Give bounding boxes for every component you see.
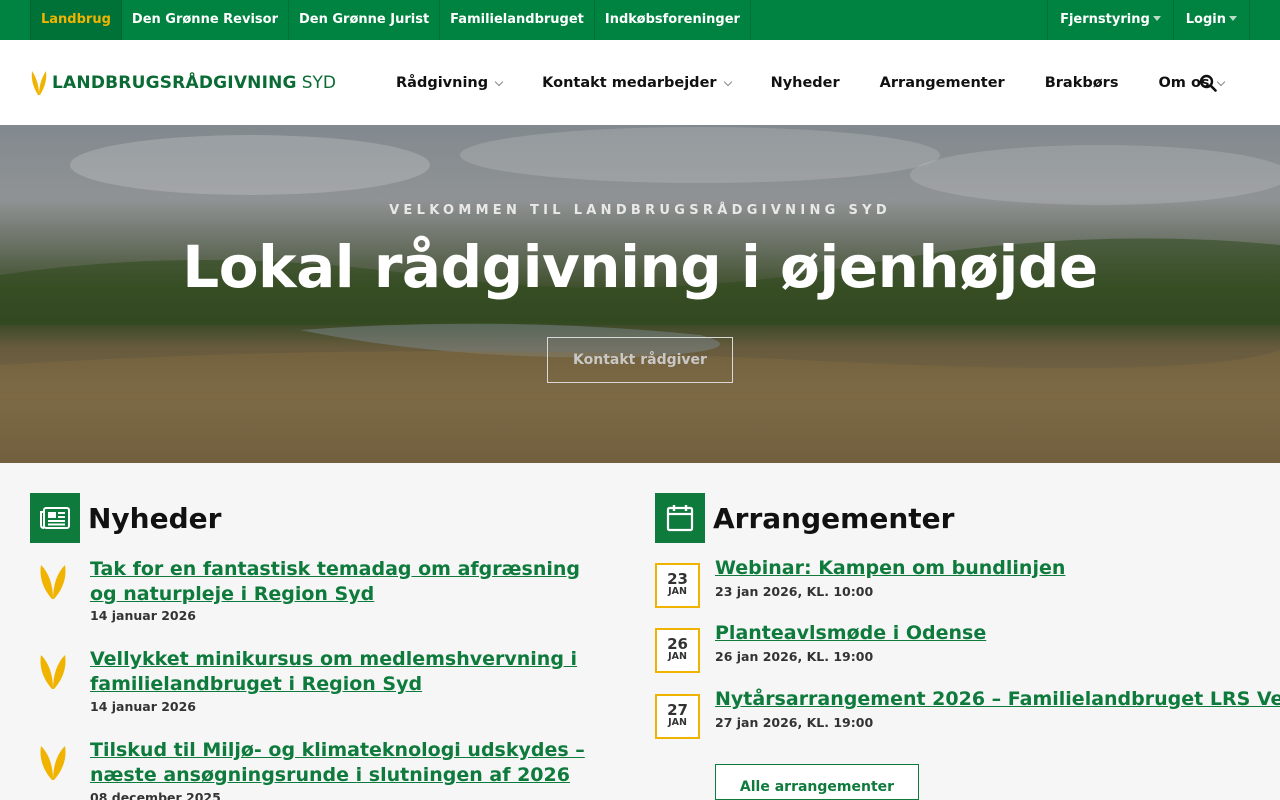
event-item: 26 JAN Planteavlsmøde i Odense 26 jan 20… bbox=[655, 622, 1255, 673]
nav-item-radgivning[interactable]: Rådgivning bbox=[396, 74, 504, 91]
event-datetime: 27 jan 2026, KL. 19:00 bbox=[715, 715, 874, 730]
events-section-title: Arrangementer bbox=[713, 501, 955, 535]
nav-label: Rådgivning bbox=[396, 74, 489, 91]
news-section-title: Nyheder bbox=[88, 501, 222, 535]
event-item: 23 JAN Webinar: Kampen om bundlinjen 23 … bbox=[655, 557, 1255, 608]
event-item: 27 JAN Nytårsarrangement 2026 – Familiel… bbox=[655, 688, 1280, 739]
chevron-down-icon bbox=[723, 77, 732, 86]
nav-label: Arrangementer bbox=[879, 74, 1005, 91]
event-month: JAN bbox=[668, 586, 687, 597]
nav-label: Kontakt medarbejder bbox=[542, 74, 717, 91]
news-link[interactable]: Tilskud til Miljø- og klimateknologi uds… bbox=[90, 738, 610, 788]
chevron-down-icon bbox=[494, 77, 504, 86]
topbar-actions: Fjernstyring Login bbox=[1047, 0, 1250, 40]
event-date-badge: 23 JAN bbox=[655, 563, 700, 608]
nav-item-brakbors[interactable]: Brakbørs bbox=[1045, 75, 1119, 91]
event-date-badge: 26 JAN bbox=[655, 628, 700, 673]
topbar-link-den-gronne-jurist[interactable]: Den Grønne Jurist bbox=[289, 0, 441, 40]
event-link[interactable]: Planteavlsmøde i Odense bbox=[715, 621, 986, 646]
news-link[interactable]: Tak for en fantastisk temadag om afgræsn… bbox=[90, 557, 610, 607]
contact-advisor-button[interactable]: Kontakt rådgiver bbox=[547, 337, 733, 383]
nav-item-arrangementer[interactable]: Arrangementer bbox=[880, 75, 1005, 91]
login-label: Login bbox=[1185, 12, 1226, 27]
news-item: Vellykket minikursus om medlemshvervning… bbox=[30, 647, 610, 727]
news-date: 08 december 2025 bbox=[90, 790, 221, 800]
wheat-icon bbox=[40, 565, 66, 599]
hero-banner: VELKOMMEN TIL LANDBRUGSRÅDGIVNING SYD Lo… bbox=[0, 125, 1280, 463]
news-link[interactable]: Vellykket minikursus om medlemshvervning… bbox=[90, 647, 610, 697]
chevron-down-icon bbox=[1216, 77, 1225, 86]
logo-text: LANDBRUGSRÅDGIVNING bbox=[52, 73, 297, 93]
site-header: LANDBRUGSRÅDGIVNING SYD Rådgivning Konta… bbox=[0, 40, 1280, 125]
event-datetime: 26 jan 2026, KL. 19:00 bbox=[715, 649, 874, 664]
all-events-button[interactable]: Alle arrangementer bbox=[715, 764, 919, 800]
nav-label: Brakbørs bbox=[1044, 74, 1119, 91]
event-month: JAN bbox=[668, 717, 687, 728]
top-bar: Landbrug Den Grønne Revisor Den Grønne J… bbox=[0, 0, 1280, 40]
event-day: 27 bbox=[667, 701, 688, 719]
news-date: 14 januar 2026 bbox=[90, 699, 197, 714]
search-icon[interactable] bbox=[1199, 74, 1217, 92]
caret-down-icon bbox=[1152, 16, 1161, 21]
newspaper-icon bbox=[30, 493, 80, 543]
event-date-badge: 27 JAN bbox=[655, 694, 700, 739]
news-item: Tilskud til Miljø- og klimateknologi uds… bbox=[30, 738, 610, 800]
event-link[interactable]: Webinar: Kampen om bundlinjen bbox=[715, 556, 1065, 581]
topbar-sites: Landbrug Den Grønne Revisor Den Grønne J… bbox=[30, 0, 751, 40]
wheat-icon bbox=[40, 746, 66, 780]
topbar-link-indkobsforeninger[interactable]: Indkøbsforeninger bbox=[595, 0, 751, 40]
events-section-header: Arrangementer bbox=[655, 493, 954, 543]
logo-subtext: SYD bbox=[301, 73, 336, 93]
hero-eyebrow: VELKOMMEN TIL LANDBRUGSRÅDGIVNING SYD bbox=[389, 203, 891, 218]
hero-title: Lokal rådgivning i øjenhøjde bbox=[182, 233, 1098, 301]
event-day: 26 bbox=[667, 635, 688, 653]
topbar-link-landbrug[interactable]: Landbrug bbox=[30, 0, 122, 40]
login-dropdown[interactable]: Login bbox=[1172, 0, 1250, 40]
topbar-link-familielandbruget[interactable]: Familielandbruget bbox=[440, 0, 595, 40]
wheat-icon bbox=[40, 655, 66, 689]
caret-down-icon bbox=[1229, 16, 1237, 21]
news-item: Tak for en fantastisk temadag om afgræsn… bbox=[30, 557, 610, 637]
main-nav: Rådgivning Kontakt medarbejder Nyheder A… bbox=[376, 40, 1244, 125]
news-section-header: Nyheder bbox=[30, 493, 221, 543]
event-day: 23 bbox=[667, 570, 688, 588]
fjernstyring-label: Fjernstyring bbox=[1060, 12, 1150, 27]
event-link[interactable]: Nytårsarrangement 2026 – Familielandbrug… bbox=[715, 687, 1280, 712]
nav-label: Nyheder bbox=[770, 74, 840, 91]
news-date: 14 januar 2026 bbox=[90, 608, 197, 623]
fjernstyring-dropdown[interactable]: Fjernstyring bbox=[1047, 0, 1173, 40]
nav-item-kontakt-medarbejder[interactable]: Kontakt medarbejder bbox=[542, 74, 732, 91]
event-month: JAN bbox=[668, 651, 687, 662]
site-logo[interactable]: LANDBRUGSRÅDGIVNING SYD bbox=[30, 68, 336, 98]
event-datetime: 23 jan 2026, KL. 10:00 bbox=[715, 584, 874, 599]
calendar-icon bbox=[655, 493, 705, 543]
wheat-logo-icon bbox=[31, 71, 47, 95]
topbar-link-den-gronne-revisor[interactable]: Den Grønne Revisor bbox=[122, 0, 289, 40]
nav-item-nyheder[interactable]: Nyheder bbox=[771, 75, 840, 91]
